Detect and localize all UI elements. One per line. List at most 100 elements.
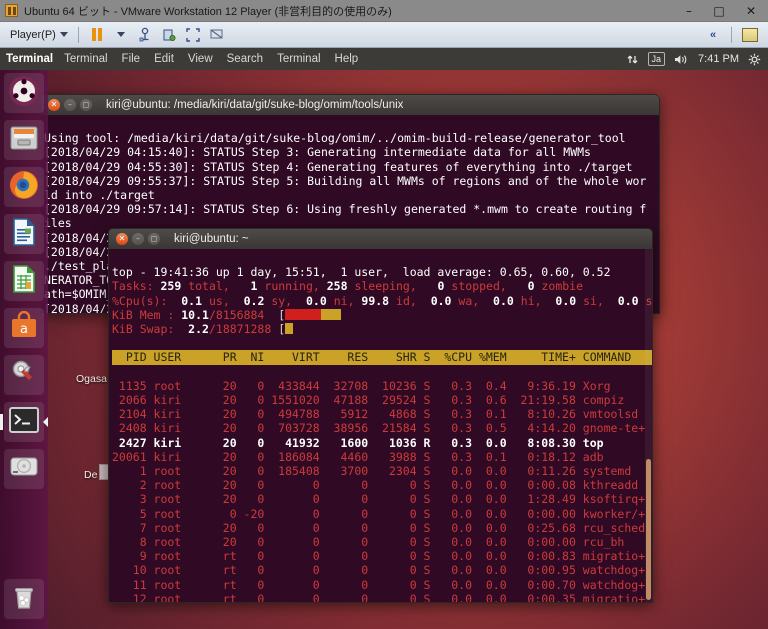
terminal2-title: kiri@ubuntu: ~: [174, 233, 249, 245]
top-tasks-line: Tasks: 259 total, 1 running, 258 sleepin…: [112, 279, 584, 294]
terminal1-line: iles: [44, 216, 72, 231]
top-process-row[interactable]: 9 root rt 0 0 0 0 S 0.0 0.0 0:00.83 migr…: [112, 549, 645, 563]
network-device-icon[interactable]: [160, 26, 178, 44]
top-process-row[interactable]: 1135 root 20 0 433844 32708 10236 S 0.3 …: [112, 379, 611, 393]
ubuntu-dash-icon: [8, 75, 40, 112]
terminal1-close-icon[interactable]: ✕: [48, 99, 60, 111]
top-column-header: PID USER PR NI VIRT RES SHR S %CPU %MEM …: [112, 350, 652, 365]
terminal1-title: kiri@ubuntu: /media/kiri/data/git/suke-b…: [106, 99, 404, 111]
vmware-logo-icon: [5, 4, 18, 17]
top-process-row[interactable]: 12 root rt 0 0 0 0 S 0.0 0.0 0:00.35 mig…: [112, 592, 645, 602]
files-icon: [9, 123, 39, 158]
launcher-item-libreoffice-writer[interactable]: [4, 214, 44, 254]
collapse-toolbar-icon[interactable]: «: [704, 26, 722, 44]
terminal1-minimize-icon[interactable]: –: [64, 99, 76, 111]
top-process-row-selected[interactable]: 2427 kiri 20 0 41932 1600 1036 R 0.3 0.0…: [112, 436, 604, 450]
top-process-row[interactable]: 3 root 20 0 0 0 0 S 0.0 0.0 1:28.49 ksof…: [112, 492, 645, 506]
terminal1-line: Using tool: /media/kiri/data/git/suke-bl…: [44, 131, 626, 146]
top-process-row[interactable]: 1 root 20 0 185408 3700 2304 S 0.0 0.0 0…: [112, 464, 632, 478]
ubuntu-guest-screen: Terminal Terminal File Edit View Search …: [0, 48, 768, 629]
toolbar-divider: [77, 26, 79, 43]
trash-icon: [10, 583, 38, 616]
top-process-row[interactable]: 2066 kiri 20 0 1551020 47188 29524 S 0.3…: [112, 393, 624, 407]
launcher-item-amazon[interactable]: a: [4, 308, 44, 348]
vmware-toolbar: Player(P) «: [0, 22, 768, 48]
terminal2-close-icon[interactable]: ✕: [116, 233, 128, 245]
player-menu-label: Player(P): [10, 28, 56, 41]
panel-app-name: Terminal: [6, 53, 54, 65]
vmware-player-window: Ubuntu 64 ビット - VMware Workstation 12 Pl…: [0, 0, 768, 629]
volume-icon[interactable]: [674, 53, 689, 66]
disk-icon: [9, 454, 39, 485]
menu-item-view[interactable]: View: [181, 53, 220, 65]
terminal1-title-bar[interactable]: ✕ – ◻ kiri@ubuntu: /media/kiri/data/git/…: [40, 94, 660, 115]
top-blank-line: [112, 336, 119, 350]
svg-text:a: a: [20, 322, 28, 337]
terminal1-line: [2018/04/29 04:55:30]: STATUS Step 4: Ge…: [44, 159, 633, 174]
top-process-row[interactable]: 11 root rt 0 0 0 0 S 0.0 0.0 0:00.70 wat…: [112, 578, 645, 592]
top-process-row[interactable]: 5 root 0 -20 0 0 0 S 0.0 0.0 0:00.00 kwo…: [112, 507, 645, 521]
amazon-icon: a: [9, 310, 39, 346]
terminal-window-top[interactable]: ✕ – ◻ kiri@ubuntu: ~ top - 19:41:36 up 1…: [108, 228, 653, 603]
desktop-icon-label-de[interactable]: De: [84, 469, 97, 481]
session-gear-icon[interactable]: [748, 53, 761, 66]
terminal2-maximize-icon[interactable]: ◻: [148, 233, 160, 245]
top-process-row[interactable]: 2104 kiri 20 0 494788 5912 4868 S 0.3 0.…: [112, 407, 638, 421]
terminal-icon: [9, 406, 39, 438]
top-cpu-line: %Cpu(s): 0.1 us, 0.2 sy, 0.0 ni, 99.8 id…: [112, 293, 653, 308]
pause-icon[interactable]: [88, 26, 106, 44]
menu-item-edit[interactable]: Edit: [147, 53, 181, 65]
network-updown-icon[interactable]: [626, 53, 639, 66]
launcher-item-terminal[interactable]: [0, 402, 48, 442]
chevron-down-icon: [59, 32, 68, 37]
terminal1-maximize-icon[interactable]: ◻: [80, 99, 92, 111]
usb-device-icon[interactable]: [136, 26, 154, 44]
libreoffice-calc-icon: [9, 264, 39, 299]
system-settings-icon: [9, 358, 39, 393]
top-swap-line: KiB Swap: 2.2/18871288 []: [112, 322, 652, 336]
launcher-item-firefox[interactable]: [4, 167, 44, 207]
menu-item-search[interactable]: Search: [220, 53, 270, 65]
terminal2-scrollbar[interactable]: [645, 249, 652, 602]
libreoffice-writer-icon: [9, 217, 39, 252]
clock-indicator[interactable]: 7:41 PM: [698, 53, 739, 65]
minimize-button[interactable]: –: [674, 0, 704, 22]
launcher-item-trash[interactable]: [4, 579, 44, 619]
keyboard-layout-indicator[interactable]: Ja: [647, 52, 666, 66]
terminal1-line: ld into ./target: [44, 188, 155, 203]
chevron-down-icon[interactable]: [112, 26, 130, 44]
top-uptime-line: top - 19:41:36 up 1 day, 15:51, 1 user, …: [112, 265, 611, 280]
launcher-item-libreoffice-calc[interactable]: [4, 261, 44, 301]
menu-item-help[interactable]: Help: [328, 53, 366, 65]
restore-window-icon[interactable]: [741, 26, 759, 44]
window-controls: – □ ✕: [674, 0, 768, 21]
terminal2-minimize-icon[interactable]: –: [132, 233, 144, 245]
menu-item-terminal-app[interactable]: Terminal: [57, 53, 114, 65]
launcher-item-disk[interactable]: [4, 449, 44, 489]
terminal1-window-controls: ✕ – ◻: [48, 99, 92, 111]
fullscreen-icon[interactable]: [184, 26, 202, 44]
desktop-icon-label-ogasa[interactable]: Ogasa: [76, 373, 107, 385]
detach-display-icon[interactable]: [208, 26, 226, 44]
launcher-item-system-settings[interactable]: [4, 355, 44, 395]
player-menu-button[interactable]: Player(P): [6, 27, 72, 43]
firefox-icon: [8, 169, 40, 206]
menu-item-file[interactable]: File: [115, 53, 148, 65]
terminal2-output[interactable]: top - 19:41:36 up 1 day, 15:51, 1 user, …: [108, 249, 653, 603]
unity-top-panel: Terminal Terminal File Edit View Search …: [0, 48, 768, 70]
launcher-item-files[interactable]: [4, 120, 44, 160]
top-process-row[interactable]: 2 root 20 0 0 0 0 S 0.0 0.0 0:00.08 kthr…: [112, 478, 639, 492]
launcher-item-dash[interactable]: [4, 73, 44, 113]
unity-launcher: a: [0, 70, 48, 629]
terminal2-title-bar[interactable]: ✕ – ◻ kiri@ubuntu: ~: [108, 228, 653, 249]
top-process-row[interactable]: 10 root rt 0 0 0 0 S 0.0 0.0 0:00.95 wat…: [112, 563, 645, 577]
menu-item-terminal[interactable]: Terminal: [270, 53, 327, 65]
top-process-row[interactable]: 20061 kiri 20 0 186084 4460 3988 S 0.3 0…: [112, 450, 604, 464]
top-process-row[interactable]: 7 root 20 0 0 0 0 S 0.0 0.0 0:25.68 rcu_…: [112, 521, 645, 535]
toolbar-divider-2: [731, 26, 732, 43]
top-process-row[interactable]: 8 root 20 0 0 0 0 S 0.0 0.0 0:00.00 rcu_…: [112, 535, 625, 549]
top-process-row[interactable]: 2408 kiri 20 0 703728 38956 21584 S 0.3 …: [112, 421, 645, 435]
close-button[interactable]: ✕: [734, 0, 768, 22]
terminal2-window-controls: ✕ – ◻: [116, 233, 160, 245]
maximize-button[interactable]: □: [704, 0, 734, 22]
